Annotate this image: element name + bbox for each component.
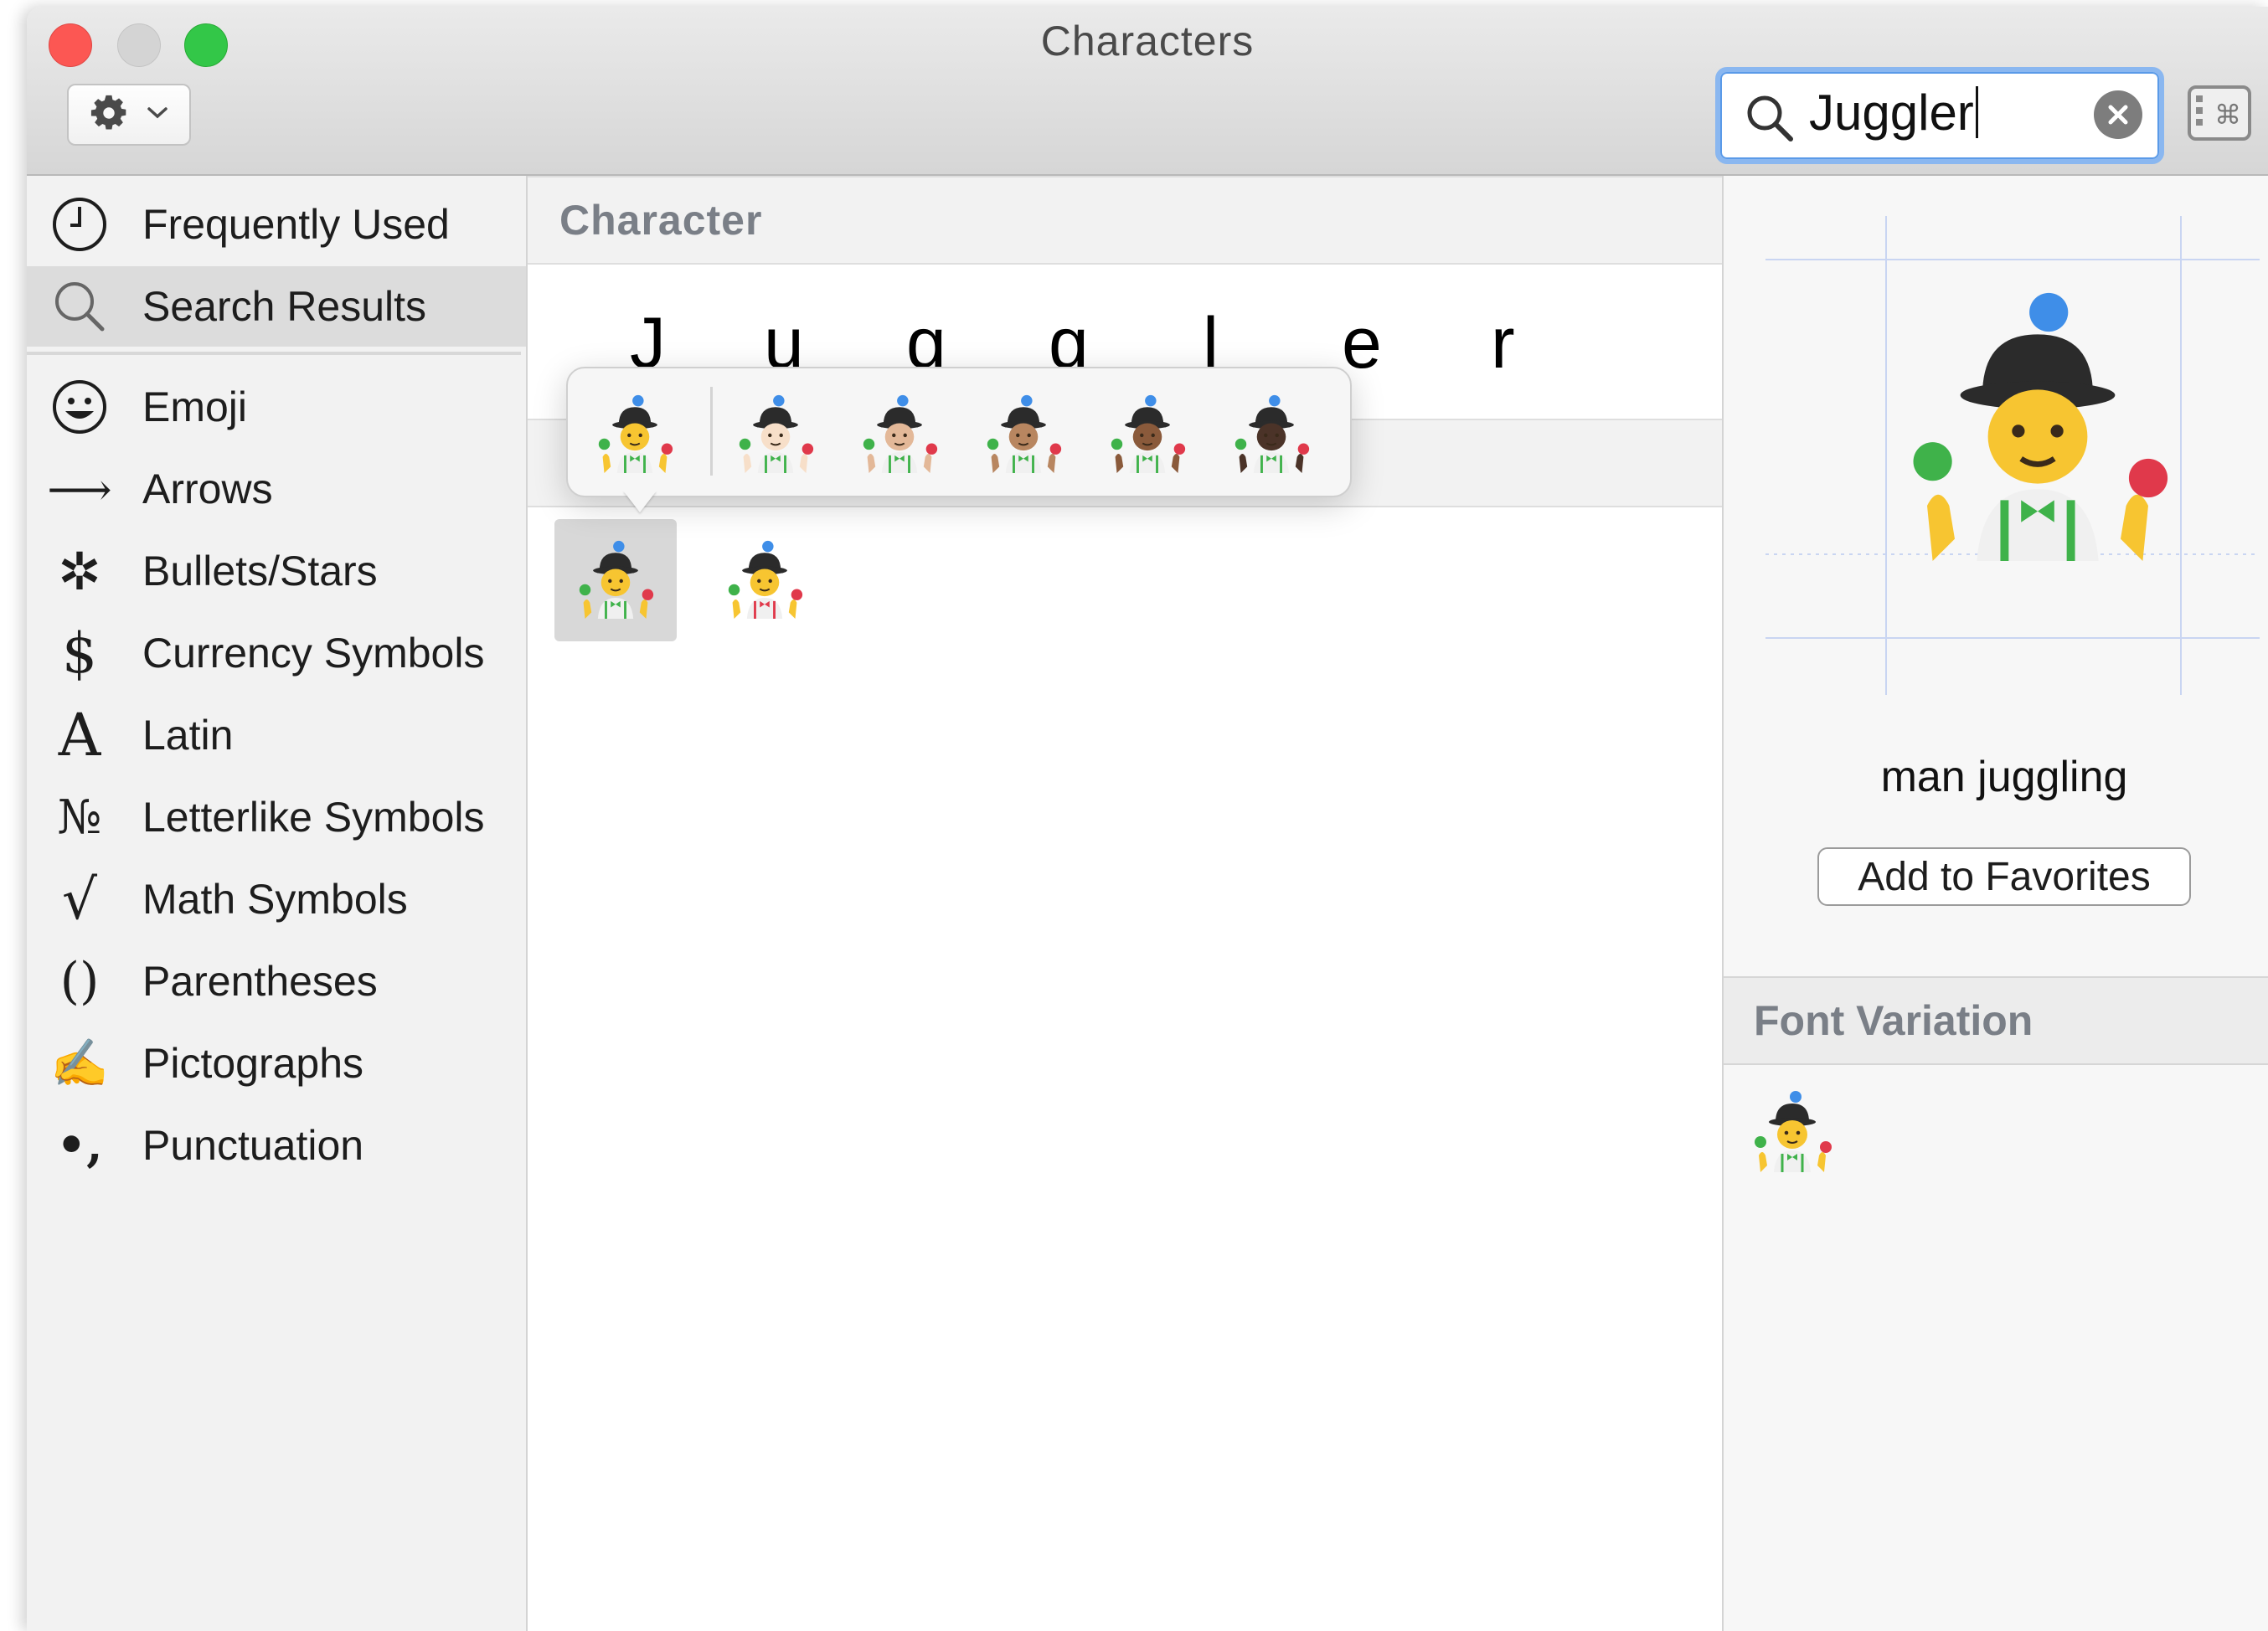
punctuation-icon: •, [56,1118,103,1173]
result-cell-man-juggling[interactable] [554,519,677,641]
letter-a-icon: A [58,701,101,769]
add-to-favorites-button[interactable]: Add to Favorites [1817,847,2191,906]
parentheses-icon: () [59,952,100,1011]
search-input[interactable]: Juggler [1809,84,1978,142]
numero-icon: № [57,790,102,845]
skin-tone-medium[interactable] [973,388,1074,481]
man-juggling-icon [579,540,654,619]
sidebar-item-currency-symbols[interactable]: $ Currency Symbols [27,613,526,693]
sidebar-divider [27,352,521,355]
skin-tone-medium-dark-icon [1107,393,1188,477]
character-name: man juggling [1880,753,2128,801]
skin-tone-medium-dark-icon [1111,394,1186,473]
skin-tone-popover [566,367,1352,497]
skin-tone-light-icon [739,394,814,473]
clear-search-button[interactable] [2094,90,2142,139]
sidebar-item-math-symbols[interactable]: √ Math Symbols [27,859,526,939]
skin-tone-dark-icon [1231,393,1312,477]
popover-divider [710,387,713,476]
man-juggling-icon [575,538,656,623]
skin-tone-medium-icon [987,394,1062,473]
skin-tone-medium-light-icon [859,393,940,477]
svg-text:⌘: ⌘ [2214,99,2241,131]
character-section-header: Character [528,176,1722,265]
man-juggling-icon [1899,292,2176,564]
sidebar-item-bullets-stars[interactable]: ✲ Bullets/Stars [27,531,526,611]
sidebar-item-frequently-used[interactable]: Frequently Used [27,184,526,265]
characters-window: Characters Juggler ⌘ Frequently Used Sea… [27,7,2268,1631]
skin-tone-light[interactable] [725,388,826,481]
sidebar-item-pictographs[interactable]: ✍ Pictographs [27,1023,526,1104]
skin-tone-medium-icon [983,393,1064,477]
title-bar: Characters Juggler ⌘ [27,7,2268,176]
skin-tone-default-icon [595,393,675,477]
man-juggling-preview [1899,285,2176,565]
keyboard-viewer-button[interactable]: ⌘ [2186,84,2253,147]
skin-tone-dark[interactable] [1221,388,1322,481]
sidebar-item-arrows[interactable]: ⟶ Arrows [27,449,526,529]
skin-tone-default-icon [598,394,673,473]
sidebar-item-punctuation[interactable]: •, Punctuation [27,1105,526,1186]
clock-icon [45,195,114,254]
font-variation-cell[interactable] [1742,1082,1843,1182]
letter-cell[interactable]: e [1342,301,1382,385]
skin-tone-light-icon [735,393,816,477]
gear-icon [90,94,128,136]
search-icon [45,277,114,336]
square-root-icon: √ [61,867,98,932]
search-field[interactable]: Juggler [1715,67,2164,164]
skin-tone-dark-icon [1235,394,1310,473]
skin-tone-medium-dark[interactable] [1097,388,1198,481]
window-title: Characters [1040,18,1255,64]
man-juggling-icon [1913,292,2168,561]
sidebar-item-emoji[interactable]: Emoji [27,367,526,447]
character-inspector: man juggling Add to Favorites Font Varia… [1724,176,2268,1631]
skin-tone-medium-light-icon [863,394,938,473]
writing-hand-icon: ✍ [50,1037,109,1091]
chevron-down-icon [147,105,168,125]
result-cell-woman-juggling[interactable] [704,519,826,641]
man-juggling-icon [1755,1090,1832,1172]
asterisk-icon: ✲ [58,540,101,602]
sidebar-item-latin[interactable]: A Latin [27,695,526,775]
smiley-icon [45,378,114,436]
popover-arrow [623,491,657,512]
category-sidebar: Frequently Used Search Results Emoji ⟶ A… [27,176,528,1631]
search-icon [1744,92,1796,148]
sidebar-item-letterlike-symbols[interactable]: № Letterlike Symbols [27,777,526,857]
font-variation-header: Font Variation [1724,976,2268,1065]
sidebar-item-search-results[interactable]: Search Results [27,266,526,347]
action-menu-button[interactable] [67,84,191,146]
sidebar-item-parentheses[interactable]: () Parentheses [27,941,526,1021]
dollar-icon: $ [62,620,97,686]
arrow-icon: ⟶ [47,462,112,516]
woman-juggling-icon [728,540,803,619]
skin-tone-default[interactable] [585,388,685,481]
keyboard-icon: ⌘ [2188,85,2251,141]
woman-juggling-icon [724,538,805,623]
letter-cell[interactable]: r [1491,301,1515,385]
close-icon [2108,105,2128,125]
skin-tone-medium-light[interactable] [849,388,950,481]
man-juggling-icon [1750,1088,1834,1176]
